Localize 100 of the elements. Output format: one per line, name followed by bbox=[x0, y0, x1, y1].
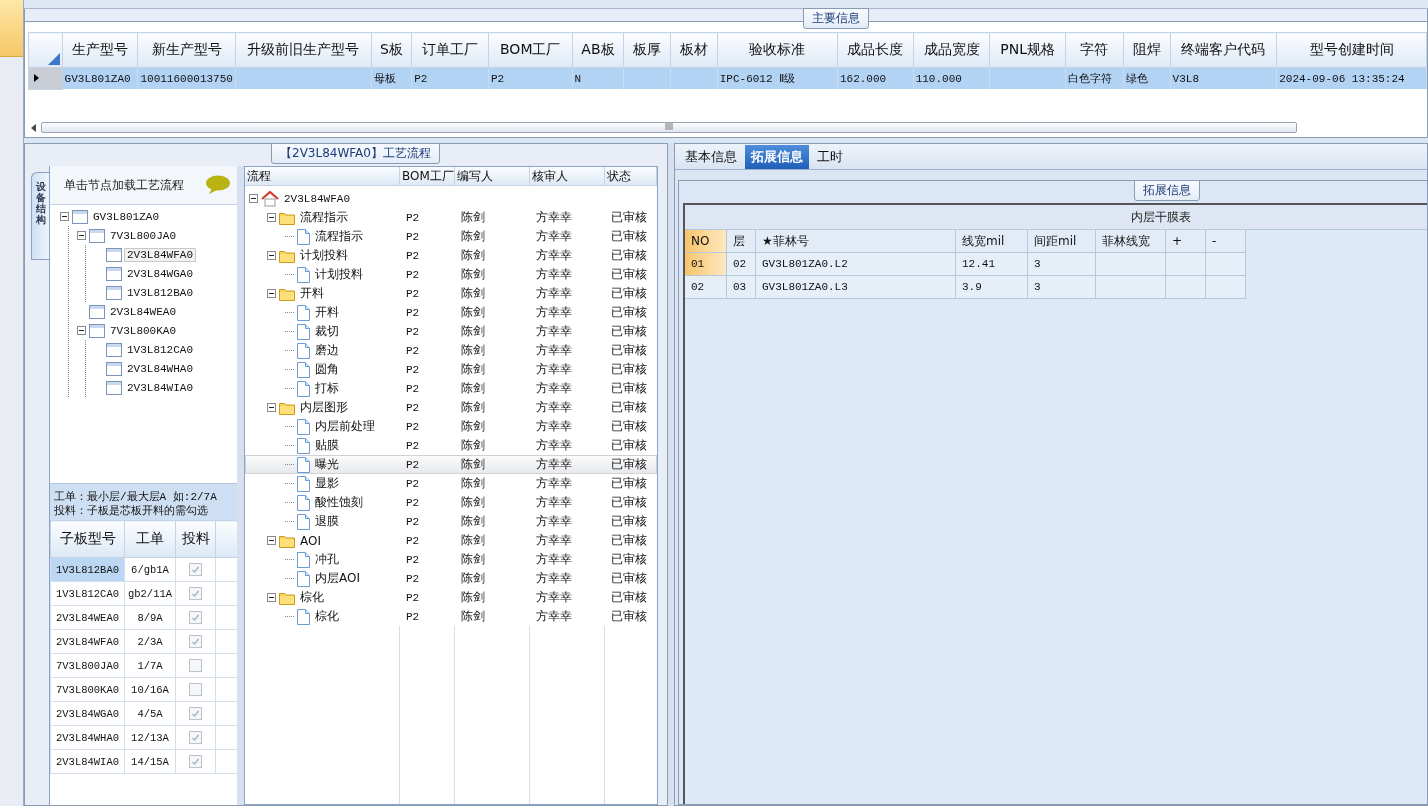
column-header[interactable]: 终端客户代码 bbox=[1170, 32, 1277, 68]
collapse-icon[interactable] bbox=[267, 289, 276, 298]
flow-row[interactable]: 磨边 P2 陈剑 方幸幸 已审核 bbox=[245, 341, 657, 360]
column-header[interactable]: 流程 bbox=[245, 167, 400, 186]
column-header[interactable]: 成品宽度 bbox=[913, 32, 990, 68]
column-header[interactable]: 升级前旧生产型号 bbox=[235, 32, 371, 68]
tab[interactable]: 拓展信息 bbox=[745, 145, 809, 169]
flow-row[interactable]: 流程指示 P2 陈剑 方幸幸 已审核 bbox=[245, 208, 657, 227]
checkbox[interactable] bbox=[189, 755, 202, 768]
tree-node[interactable]: 2V3L84WHA0 bbox=[125, 362, 195, 375]
tree-node[interactable]: 2V3L84WIA0 bbox=[125, 381, 195, 394]
column-header[interactable]: 投料 bbox=[175, 520, 216, 558]
column-header[interactable]: 型号创建时间 bbox=[1276, 32, 1427, 68]
row-header[interactable] bbox=[28, 67, 63, 89]
column-header[interactable]: NO bbox=[685, 230, 727, 253]
flow-row[interactable]: 开料 P2 陈剑 方幸幸 已审核 bbox=[245, 303, 657, 322]
table-cell: 3 bbox=[1028, 253, 1096, 276]
tree-node[interactable]: 7V3L800JA0 bbox=[108, 229, 178, 242]
column-header[interactable]: S板 bbox=[371, 32, 412, 68]
column-header[interactable]: BOM工厂 bbox=[400, 167, 455, 186]
column-header[interactable]: 验收标准 bbox=[717, 32, 838, 68]
column-header[interactable]: 菲林线宽 bbox=[1096, 230, 1166, 253]
collapse-icon[interactable] bbox=[267, 593, 276, 602]
checkbox[interactable] bbox=[189, 683, 202, 696]
table-cell-text: 方幸幸 bbox=[535, 608, 573, 625]
column-header[interactable]: ★菲林号 bbox=[756, 230, 956, 253]
column-header[interactable]: 板材 bbox=[670, 32, 718, 68]
collapse-icon[interactable] bbox=[267, 213, 276, 222]
column-header[interactable]: 层 bbox=[727, 230, 756, 253]
tree-node[interactable]: 2V3L84WFA0 bbox=[125, 248, 195, 261]
collapse-icon[interactable] bbox=[249, 194, 258, 203]
tree-node[interactable]: GV3L801ZA0 bbox=[91, 210, 161, 223]
tab[interactable]: 基本信息 bbox=[679, 145, 743, 169]
tree-node[interactable]: 1V3L812BA0 bbox=[125, 286, 195, 299]
flow-row[interactable]: 裁切 P2 陈剑 方幸幸 已审核 bbox=[245, 322, 657, 341]
column-header[interactable]: 核审人 bbox=[530, 167, 605, 186]
tree-node[interactable]: 1V3L812CA0 bbox=[125, 343, 195, 356]
flow-row[interactable]: 棕化 P2 陈剑 方幸幸 已审核 bbox=[245, 607, 657, 626]
column-header[interactable]: PNL规格 bbox=[989, 32, 1066, 68]
tab[interactable]: 工时 bbox=[811, 145, 849, 169]
flow-row[interactable]: 退膜 P2 陈剑 方幸幸 已审核 bbox=[245, 512, 657, 531]
checkbox[interactable] bbox=[189, 587, 202, 600]
tree-node[interactable]: 2V3L84WGA0 bbox=[125, 267, 195, 280]
column-header[interactable]: BOM工厂 bbox=[488, 32, 573, 68]
column-header[interactable]: 新生产型号 bbox=[137, 32, 236, 68]
column-header[interactable]: 生产型号 bbox=[62, 32, 138, 68]
flow-row[interactable]: 计划投料 P2 陈剑 方幸幸 已审核 bbox=[245, 265, 657, 284]
step-name: 流程指示 bbox=[314, 228, 364, 245]
flow-row[interactable]: 冲孔 P2 陈剑 方幸幸 已审核 bbox=[245, 550, 657, 569]
column-header[interactable]: 阻焊 bbox=[1123, 32, 1171, 68]
collapse-icon[interactable] bbox=[267, 536, 276, 545]
column-header[interactable]: 订单工厂 bbox=[411, 32, 489, 68]
flow-row[interactable]: 计划投料 P2 陈剑 方幸幸 已审核 bbox=[245, 246, 657, 265]
flow-row[interactable]: 曝光 P2 陈剑 方幸幸 已审核 bbox=[245, 455, 657, 474]
corner-cell[interactable] bbox=[28, 32, 63, 68]
table-cell-text: P2 bbox=[405, 610, 421, 623]
column-header[interactable]: 成品长度 bbox=[837, 32, 914, 68]
flow-row[interactable]: 显影 P2 陈剑 方幸幸 已审核 bbox=[245, 474, 657, 493]
flow-row[interactable]: 内层AOI P2 陈剑 方幸幸 已审核 bbox=[245, 569, 657, 588]
collapse-icon[interactable] bbox=[77, 231, 86, 240]
step-name: 棕化 bbox=[314, 608, 340, 625]
flow-row[interactable]: 贴膜 P2 陈剑 方幸幸 已审核 bbox=[245, 436, 657, 455]
column-header[interactable]: 编写人 bbox=[455, 167, 530, 186]
checkbox[interactable] bbox=[189, 635, 202, 648]
flow-row[interactable]: 棕化 P2 陈剑 方幸幸 已审核 bbox=[245, 588, 657, 607]
column-header[interactable]: 子板型号 bbox=[50, 520, 125, 558]
column-header[interactable]: 线宽mil bbox=[956, 230, 1028, 253]
flow-row[interactable]: 内层前处理 P2 陈剑 方幸幸 已审核 bbox=[245, 417, 657, 436]
column-header[interactable]: 间距mil bbox=[1028, 230, 1096, 253]
column-header[interactable]: + bbox=[1166, 230, 1206, 253]
flow-row[interactable]: 酸性蚀刻 P2 陈剑 方幸幸 已审核 bbox=[245, 493, 657, 512]
checkmark-icon bbox=[191, 565, 200, 574]
flow-row[interactable]: 2V3L84WFA0 bbox=[245, 189, 657, 208]
checkbox[interactable] bbox=[189, 611, 202, 624]
checkbox[interactable] bbox=[189, 659, 202, 672]
side-tab[interactable]: 设备结构 bbox=[31, 172, 49, 260]
collapse-icon[interactable] bbox=[267, 403, 276, 412]
column-header[interactable]: AB板 bbox=[572, 32, 624, 68]
checkbox[interactable] bbox=[189, 707, 202, 720]
flow-row[interactable]: 流程指示 P2 陈剑 方幸幸 已审核 bbox=[245, 227, 657, 246]
column-header[interactable]: 板厚 bbox=[623, 32, 671, 68]
checkbox[interactable] bbox=[189, 731, 202, 744]
flow-row[interactable]: 内层图形 P2 陈剑 方幸幸 已审核 bbox=[245, 398, 657, 417]
collapse-icon[interactable] bbox=[77, 326, 86, 335]
column-header[interactable]: - bbox=[1206, 230, 1246, 253]
tree-node[interactable]: 7V3L800KA0 bbox=[108, 324, 178, 337]
tree-node[interactable]: 2V3L84WEA0 bbox=[108, 305, 178, 318]
table-cell-text: P2 bbox=[405, 306, 421, 319]
document-icon bbox=[297, 456, 310, 473]
column-header[interactable]: 状态 bbox=[605, 167, 657, 186]
column-header[interactable]: 字符 bbox=[1065, 32, 1124, 68]
column-header[interactable]: 工单 bbox=[124, 520, 176, 558]
collapse-icon[interactable] bbox=[267, 251, 276, 260]
flow-row[interactable]: 打标 P2 陈剑 方幸幸 已审核 bbox=[245, 379, 657, 398]
flow-row[interactable]: 开料 P2 陈剑 方幸幸 已审核 bbox=[245, 284, 657, 303]
flow-row[interactable]: 圆角 P2 陈剑 方幸幸 已审核 bbox=[245, 360, 657, 379]
checkbox[interactable] bbox=[189, 563, 202, 576]
flow-row[interactable]: AOI P2 陈剑 方幸幸 已审核 bbox=[245, 531, 657, 550]
scroll-left-icon[interactable] bbox=[30, 123, 38, 132]
collapse-icon[interactable] bbox=[60, 212, 69, 221]
